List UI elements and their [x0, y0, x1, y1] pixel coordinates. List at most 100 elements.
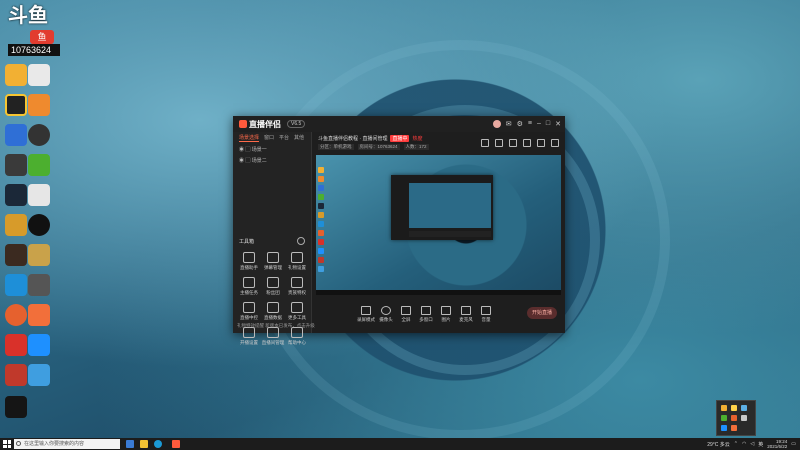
tool-label: 开播设置 [240, 340, 258, 345]
tool-icon [243, 302, 255, 313]
network-icon[interactable]: ◠ [742, 441, 746, 447]
volume-button[interactable]: 音量 [476, 305, 496, 323]
tool-item[interactable]: 直播中控 [237, 302, 261, 321]
microphone-button[interactable]: 麦克风 [456, 305, 476, 323]
desktop-icon-13[interactable] [5, 244, 27, 266]
screen-record-button[interactable]: 录屏模式 [356, 305, 376, 323]
weather-text[interactable]: 29°C 多云 [707, 441, 730, 448]
tool-icon [243, 252, 255, 263]
tray-app-icon[interactable] [721, 425, 727, 431]
qq-icon[interactable] [28, 334, 50, 356]
tray-chevron-icon[interactable]: ⌃ [734, 441, 738, 447]
help-icon[interactable] [297, 237, 305, 245]
viewer-count: 人数：172 [403, 144, 429, 150]
desktop-icon-12[interactable] [28, 214, 50, 236]
live-companion-taskbar-icon[interactable] [172, 440, 180, 448]
tray-app-icon[interactable] [731, 425, 737, 431]
close-icon[interactable]: ✕ [555, 120, 561, 128]
desktop-icon-18[interactable] [28, 304, 50, 326]
task-view-icon[interactable] [126, 440, 134, 448]
tray-app-icon[interactable] [721, 415, 727, 421]
steam-icon[interactable] [5, 184, 27, 206]
tool-item[interactable]: 更多工具 [285, 302, 309, 321]
desktop-icon-19[interactable] [5, 334, 27, 356]
ime-indicator[interactable]: 英 [758, 441, 763, 448]
tray-app-icon[interactable] [731, 405, 737, 411]
desktop-icon-21[interactable] [5, 364, 27, 386]
tool-item[interactable]: 主播任务 [237, 277, 261, 296]
menu-icon[interactable]: ≡ [528, 120, 532, 128]
clock[interactable]: 19:24 2021/6/22 [767, 439, 787, 449]
volume-icon[interactable]: ◁ [750, 441, 754, 447]
scene-item-1[interactable]: ◉ ▢ 场景一 [233, 144, 311, 155]
image-button[interactable]: 图片 [436, 305, 456, 323]
share-icon[interactable] [551, 139, 559, 147]
tray-app-icon[interactable] [721, 405, 727, 411]
settings-icon[interactable]: ⚙ [517, 120, 523, 128]
title-bar[interactable]: 直播伴侣 V6.5 ✉ ⚙ ≡ – □ ✕ [233, 116, 565, 132]
desktop-icon-3[interactable] [5, 94, 27, 116]
screenshot-icon[interactable] [509, 139, 517, 147]
minimize-icon[interactable]: – [537, 120, 541, 128]
desktop-icon-1[interactable] [5, 64, 27, 86]
fullscreen-mode-icon [401, 305, 411, 315]
tray-app-icon[interactable] [741, 415, 747, 421]
file-explorer-icon[interactable] [140, 440, 148, 448]
desktop-icon-11[interactable] [5, 214, 27, 236]
notification-icon[interactable] [537, 139, 545, 147]
desktop-icon-17[interactable] [5, 304, 27, 326]
tool-item[interactable]: 礼物设置 [285, 252, 309, 271]
app-logo-icon [239, 120, 247, 128]
tool-item[interactable]: 直播助手 [237, 252, 261, 271]
notification-center-icon[interactable]: ▭ [791, 441, 796, 447]
fullscreen-button[interactable]: 全屏 [396, 305, 416, 323]
desktop-icon-2[interactable] [28, 64, 50, 86]
tab-platform[interactable]: 平台 [279, 134, 289, 142]
multi-window-button[interactable]: 多窗口 [416, 305, 436, 323]
room-title[interactable]: 斗鱼直播伴侣教程 · 直播间管理 [318, 136, 387, 142]
tool-label: 主播任务 [240, 290, 258, 295]
microphone-icon [461, 305, 471, 315]
desktop-icon-14[interactable] [28, 244, 50, 266]
tab-other[interactable]: 其他 [294, 134, 304, 142]
tool-item[interactable]: 帮助中心 [285, 327, 309, 346]
tray-app-icon[interactable] [731, 415, 737, 421]
desktop-icon-8[interactable] [28, 154, 50, 176]
taskbar-search-input[interactable]: 在这里输入你要搜索的内容 [14, 439, 120, 449]
maximize-icon[interactable]: □ [546, 120, 550, 128]
tab-scenes[interactable]: 场景选择 [239, 134, 260, 142]
tool-icon [291, 302, 303, 313]
bottom-label: 麦克风 [459, 316, 473, 322]
desktop-icon-15[interactable] [5, 274, 27, 296]
avatar[interactable] [492, 120, 501, 128]
room-category[interactable]: 分区：单机游戏 [318, 144, 354, 150]
desktop-icon-16[interactable] [28, 274, 50, 296]
desktop-icon-10[interactable] [28, 184, 50, 206]
desktop-icon-23[interactable] [5, 396, 27, 418]
scene-item-2[interactable]: ◉ ▢ 场景二 [233, 155, 311, 166]
tool-item[interactable]: 弹幕管理 [261, 252, 285, 271]
tab-window[interactable]: 窗口 [264, 134, 274, 142]
tool-item[interactable]: 直播数据 [261, 302, 285, 321]
tool-item[interactable]: 直播间管理 [261, 327, 285, 346]
desktop-icon-22[interactable] [28, 364, 50, 386]
desktop-icon-7[interactable] [5, 154, 27, 176]
tool-item[interactable]: 开播设置 [237, 327, 261, 346]
stream-preview[interactable] [316, 155, 561, 295]
app-name: 直播伴侣 [239, 119, 281, 130]
tool-item[interactable]: 贵族特权 [285, 277, 309, 296]
desktop-icon-4[interactable] [28, 94, 50, 116]
tray-app-icon[interactable] [741, 405, 747, 411]
edge-icon[interactable] [154, 440, 162, 448]
stream-overlay: 斗鱼 鱼 10763624 [8, 2, 60, 56]
layout-icon[interactable] [481, 139, 489, 147]
desktop-icon-6[interactable] [28, 124, 50, 146]
desktop-icon-5[interactable] [5, 124, 27, 146]
fullscreen-icon[interactable] [523, 139, 531, 147]
start-live-button[interactable]: 开始直播 [527, 307, 557, 319]
message-icon[interactable]: ✉ [506, 120, 512, 128]
record-icon[interactable] [495, 139, 503, 147]
tool-item[interactable]: 粉丝团 [261, 277, 285, 296]
windows-start-icon[interactable] [3, 440, 11, 448]
camera-button[interactable]: 摄像头 [376, 305, 396, 323]
